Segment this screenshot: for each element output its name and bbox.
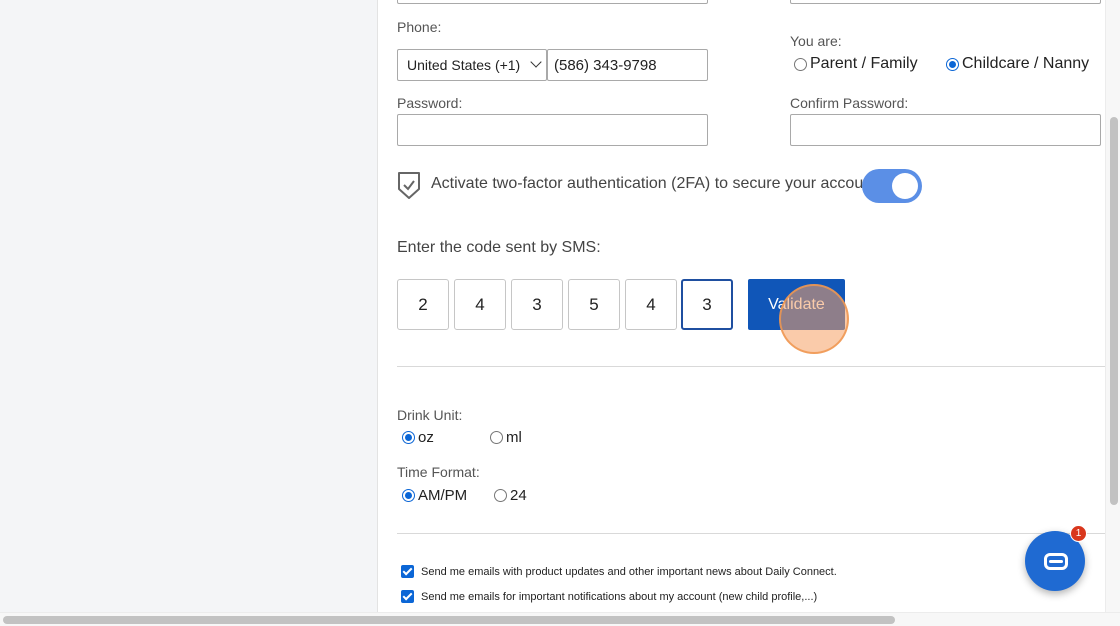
time-format-ampm[interactable]: AM/PM	[402, 487, 467, 504]
twofa-text: Activate two-factor authentication (2FA)…	[431, 175, 881, 192]
role-radio-parent[interactable]	[794, 57, 807, 71]
registration-form-panel: Phone: United States (+1) (586) 343-9798…	[377, 0, 1105, 612]
time-format-ampm-radio[interactable]	[402, 489, 415, 502]
sms-code-label: Enter the code sent by SMS:	[397, 239, 601, 256]
time-format-24-radio[interactable]	[494, 489, 507, 502]
email-opt-product-updates[interactable]: Send me emails with product updates and …	[401, 565, 837, 578]
you-are-label: You are:	[790, 33, 842, 49]
role-option-childcare[interactable]: Childcare / Nanny	[946, 55, 1089, 73]
country-select-value: United States (+1)	[407, 57, 521, 73]
confirm-password-label: Confirm Password:	[790, 95, 909, 111]
vertical-scrollbar[interactable]	[1105, 0, 1120, 612]
email-opt-notifications-checkbox[interactable]	[401, 590, 414, 603]
role-option-parent[interactable]: Parent / Family	[794, 55, 918, 73]
shield-check-icon	[398, 172, 420, 199]
chevron-down-icon	[530, 56, 542, 68]
validate-button[interactable]: Validate	[748, 279, 845, 330]
code-digit-6[interactable]: 3	[681, 279, 733, 330]
email-opt-product-updates-label: Send me emails with product updates and …	[421, 565, 837, 578]
name-field-right-clipped[interactable]	[790, 0, 1101, 4]
vertical-scrollbar-thumb[interactable]	[1110, 117, 1118, 505]
phone-input[interactable]: (586) 343-9798	[547, 49, 708, 81]
country-select[interactable]: United States (+1)	[397, 49, 547, 81]
drink-unit-ml-radio[interactable]	[490, 431, 503, 444]
password-label: Password:	[397, 95, 463, 111]
twofa-toggle[interactable]	[862, 169, 922, 203]
horizontal-scrollbar[interactable]	[0, 612, 1120, 626]
time-format-24[interactable]: 24	[494, 487, 527, 504]
section-divider	[397, 366, 1105, 367]
time-format-24-label: 24	[510, 487, 527, 504]
drink-unit-ml-label: ml	[506, 429, 522, 446]
code-digit-2[interactable]: 4	[454, 279, 506, 330]
code-digit-3[interactable]: 3	[511, 279, 563, 330]
horizontal-scrollbar-thumb[interactable]	[3, 616, 895, 624]
drink-unit-ml[interactable]: ml	[490, 429, 522, 446]
role-option-childcare-label: Childcare / Nanny	[962, 55, 1090, 72]
drink-unit-oz-radio[interactable]	[402, 431, 415, 444]
code-digit-5[interactable]: 4	[625, 279, 677, 330]
email-opt-notifications-label: Send me emails for important notificatio…	[421, 590, 818, 603]
drink-unit-label: Drink Unit:	[397, 407, 463, 423]
section-divider-2	[397, 533, 1105, 534]
time-format-ampm-label: AM/PM	[418, 487, 468, 504]
phone-label: Phone:	[397, 19, 442, 35]
confirm-password-input[interactable]	[790, 114, 1101, 146]
role-radio-childcare[interactable]	[946, 57, 959, 71]
name-field-left-clipped[interactable]	[397, 0, 708, 4]
chat-bubble-line	[1049, 560, 1063, 563]
email-opt-product-updates-checkbox[interactable]	[401, 565, 414, 578]
chat-button[interactable]: 1	[1025, 525, 1087, 591]
chat-notification-badge: 1	[1070, 525, 1087, 542]
drink-unit-oz-label: oz	[418, 429, 434, 446]
code-digit-1[interactable]: 2	[397, 279, 449, 330]
role-option-parent-label: Parent / Family	[810, 55, 918, 72]
email-opt-notifications[interactable]: Send me emails for important notificatio…	[401, 590, 817, 603]
password-input[interactable]	[397, 114, 708, 146]
toggle-knob	[892, 173, 918, 199]
time-format-label: Time Format:	[397, 464, 480, 480]
phone-input-value: (586) 343-9798	[554, 56, 657, 74]
drink-unit-oz[interactable]: oz	[402, 429, 434, 446]
code-digit-4[interactable]: 5	[568, 279, 620, 330]
